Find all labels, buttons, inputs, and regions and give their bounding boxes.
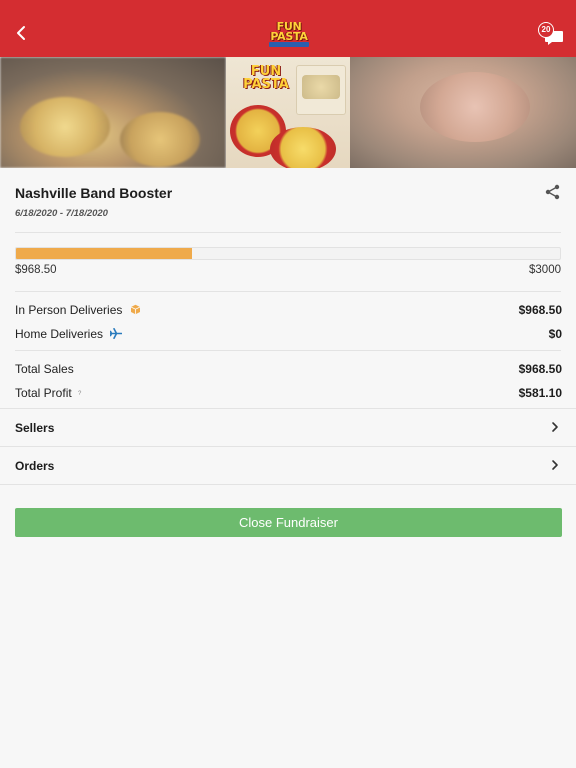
total-profit-row: Total Profit ?: [15, 386, 81, 400]
orders-label: Orders: [15, 459, 55, 473]
banner-logo: FUN PASTA: [236, 65, 296, 91]
sellers-label: Sellers: [15, 421, 55, 435]
in-person-deliveries-label: In Person Deliveries: [15, 303, 123, 317]
divider: [15, 232, 561, 233]
goal-amount: $3000: [529, 264, 561, 276]
divider: [15, 350, 561, 351]
banner-blur-left: [0, 57, 226, 168]
fundraiser-dates: 6/18/2020 - 7/18/2020: [15, 208, 108, 219]
plane-icon: [110, 328, 123, 339]
total-profit-label: Total Profit: [15, 386, 72, 400]
home-deliveries-row: Home Deliveries: [15, 327, 123, 341]
progress-bar-fill: [16, 248, 192, 259]
raised-amount: $968.50: [15, 264, 57, 276]
banner-logo-line-2: PASTA: [243, 77, 289, 92]
home-deliveries-label: Home Deliveries: [15, 327, 104, 341]
divider: [0, 484, 576, 485]
progress-bar: [15, 247, 561, 260]
home-deliveries-value: $0: [548, 327, 562, 341]
in-person-deliveries-row: In Person Deliveries: [15, 303, 141, 317]
box-icon: [130, 304, 140, 315]
divider: [15, 291, 561, 292]
fun-pasta-logo: FUN PASTA: [266, 21, 312, 52]
sellers-row[interactable]: Sellers: [0, 409, 576, 446]
profit-info-marker[interactable]: ?: [78, 391, 81, 397]
chevron-right-icon: [552, 422, 558, 432]
banner-blur-right: [350, 57, 576, 168]
in-person-deliveries-value: $968.50: [518, 303, 562, 317]
fundraiser-banner-image: FUN PASTA: [0, 57, 576, 168]
orders-row[interactable]: Orders: [0, 447, 576, 484]
notifications-button[interactable]: 20: [538, 22, 564, 46]
close-fundraiser-button[interactable]: Close Fundraiser: [15, 508, 562, 537]
share-icon[interactable]: [544, 183, 562, 201]
total-sales-label: Total Sales: [15, 362, 74, 376]
total-sales-value: $968.50: [518, 362, 562, 376]
banner-product-image: FUN PASTA: [226, 57, 350, 168]
chevron-right-icon: [552, 460, 558, 470]
total-profit-value: $581.10: [518, 386, 562, 400]
logo-ribbon: [269, 42, 309, 47]
back-chevron-icon[interactable]: [10, 22, 32, 44]
fundraiser-detail-screen: FUN PASTA 20 FUN PASTA Nashville Band Boo: [0, 0, 576, 768]
app-header: FUN PASTA 20: [0, 0, 576, 57]
fundraiser-title: Nashville Band Booster: [15, 185, 173, 201]
notification-count-badge: 20: [538, 22, 554, 38]
